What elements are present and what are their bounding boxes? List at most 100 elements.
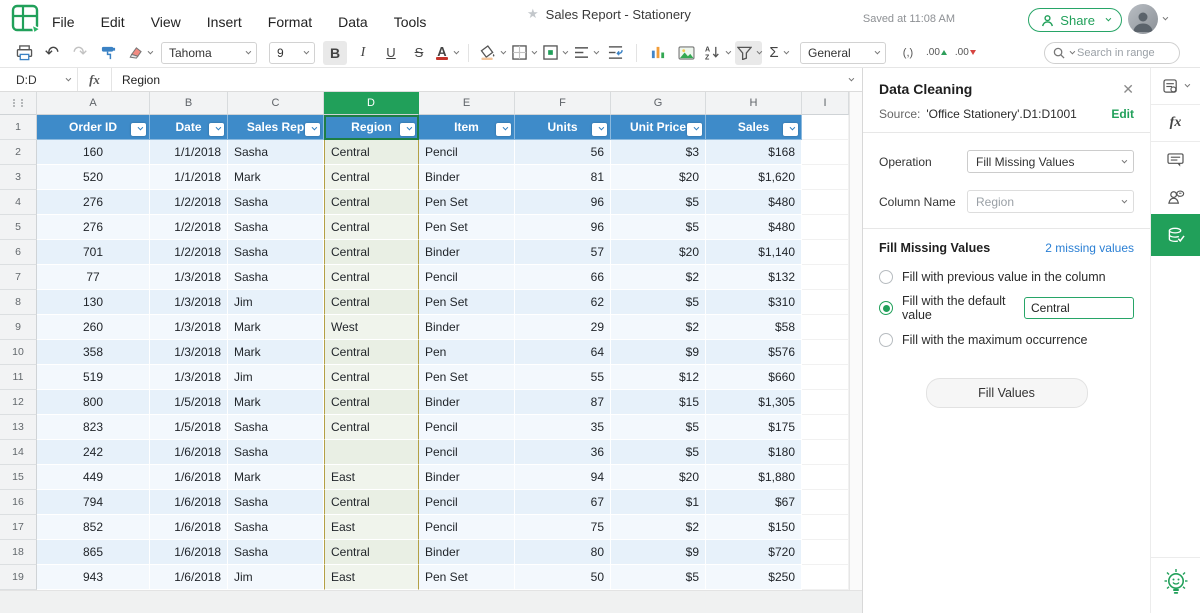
cell[interactable]: 1/6/2018 — [150, 440, 228, 465]
cell[interactable]: $5 — [611, 215, 706, 240]
sort-button[interactable]: A Z — [702, 41, 731, 65]
cell[interactable]: $9 — [611, 540, 706, 565]
cell[interactable]: Central — [324, 415, 419, 440]
cell[interactable]: $5 — [611, 290, 706, 315]
cell[interactable]: 1/1/2018 — [150, 140, 228, 165]
cell[interactable] — [802, 390, 849, 415]
cell[interactable]: 36 — [515, 440, 611, 465]
cell[interactable]: Pencil — [419, 490, 515, 515]
cell[interactable]: Pen Set — [419, 190, 515, 215]
close-icon[interactable]: ✕ — [1122, 82, 1134, 96]
cell[interactable]: Mark — [228, 465, 324, 490]
row-number-2[interactable]: 2 — [0, 140, 37, 165]
horizontal-align-button[interactable] — [572, 41, 599, 65]
cell[interactable]: 1/6/2018 — [150, 540, 228, 565]
cell[interactable]: Central — [324, 265, 419, 290]
option-fill-previous[interactable]: Fill with previous value in the column — [863, 259, 1150, 285]
cell[interactable]: $720 — [706, 540, 802, 565]
insert-image-button[interactable] — [674, 41, 698, 65]
column-header-F[interactable]: F — [515, 92, 611, 115]
cell[interactable]: 1/2/2018 — [150, 240, 228, 265]
cell[interactable]: 823 — [37, 415, 150, 440]
row-number-7[interactable]: 7 — [0, 265, 37, 290]
cell[interactable]: Central — [324, 240, 419, 265]
column-header-A[interactable]: A — [37, 92, 150, 115]
cell[interactable]: $9 — [611, 340, 706, 365]
text-wrap-button[interactable] — [603, 41, 627, 65]
functions-icon[interactable]: fx — [1151, 105, 1200, 141]
row-number-6[interactable]: 6 — [0, 240, 37, 265]
name-box[interactable]: D:D — [0, 68, 78, 91]
cell[interactable]: Jim — [228, 290, 324, 315]
cell[interactable]: $20 — [611, 240, 706, 265]
cell[interactable]: West — [324, 315, 419, 340]
cell[interactable]: 800 — [37, 390, 150, 415]
row-number-9[interactable]: 9 — [0, 315, 37, 340]
cell[interactable]: 57 — [515, 240, 611, 265]
cell[interactable]: Binder — [419, 540, 515, 565]
data-cleaning-icon[interactable] — [1151, 214, 1200, 256]
cell[interactable]: Pen Set — [419, 565, 515, 590]
cell[interactable]: Central — [324, 540, 419, 565]
font-size-select[interactable]: 9 — [269, 42, 315, 64]
cell[interactable]: 520 — [37, 165, 150, 190]
cell[interactable]: $20 — [611, 165, 706, 190]
cell[interactable]: 56 — [515, 140, 611, 165]
cell[interactable]: $1,620 — [706, 165, 802, 190]
row-number-12[interactable]: 12 — [0, 390, 37, 415]
font-color-button[interactable]: A — [435, 41, 459, 65]
table-header-sales-rep[interactable]: Sales Rep — [228, 115, 324, 140]
user-avatar[interactable] — [1128, 4, 1158, 34]
app-logo-icon[interactable] — [10, 3, 42, 40]
cell[interactable]: Pencil — [419, 515, 515, 540]
cell[interactable]: 794 — [37, 490, 150, 515]
menu-edit[interactable]: Edit — [101, 14, 125, 30]
cell[interactable]: 1/3/2018 — [150, 365, 228, 390]
cell[interactable]: 64 — [515, 340, 611, 365]
search-in-range[interactable] — [1044, 42, 1180, 64]
cell[interactable] — [802, 190, 849, 215]
row-number-8[interactable]: 8 — [0, 290, 37, 315]
cell[interactable]: 80 — [515, 540, 611, 565]
radio-icon[interactable] — [879, 333, 893, 347]
cell[interactable]: 75 — [515, 515, 611, 540]
comments-icon[interactable] — [1151, 142, 1200, 178]
cell[interactable]: $250 — [706, 565, 802, 590]
cell[interactable]: 519 — [37, 365, 150, 390]
cell[interactable]: Pen Set — [419, 290, 515, 315]
cell[interactable]: 1/5/2018 — [150, 390, 228, 415]
borders-button[interactable] — [510, 41, 537, 65]
row-number-11[interactable]: 11 — [0, 365, 37, 390]
merge-cells-button[interactable] — [541, 41, 568, 65]
cell[interactable]: 1/6/2018 — [150, 465, 228, 490]
filter-dropdown-icon[interactable] — [209, 123, 224, 136]
cell[interactable]: Central — [324, 215, 419, 240]
cell[interactable]: $175 — [706, 415, 802, 440]
cell[interactable]: Sasha — [228, 540, 324, 565]
row-number-19[interactable]: 19 — [0, 565, 37, 590]
cell[interactable] — [802, 315, 849, 340]
cell[interactable]: 358 — [37, 340, 150, 365]
cell[interactable]: Central — [324, 290, 419, 315]
filter-dropdown-icon[interactable] — [131, 123, 146, 136]
column-header-H[interactable]: H — [706, 92, 802, 115]
strikethrough-button[interactable]: S — [407, 41, 431, 65]
cell[interactable]: East — [324, 515, 419, 540]
cell[interactable] — [802, 165, 849, 190]
cell[interactable]: Pencil — [419, 265, 515, 290]
cell[interactable]: 81 — [515, 165, 611, 190]
cell[interactable]: Central — [324, 340, 419, 365]
cell[interactable]: Sasha — [228, 415, 324, 440]
cell[interactable] — [802, 465, 849, 490]
cell[interactable]: 94 — [515, 465, 611, 490]
cell[interactable]: 160 — [37, 140, 150, 165]
cell[interactable]: 1/6/2018 — [150, 565, 228, 590]
cell[interactable]: 62 — [515, 290, 611, 315]
column-header-B[interactable]: B — [150, 92, 228, 115]
sum-button[interactable]: Σ — [766, 41, 790, 65]
column-header-E[interactable]: E — [419, 92, 515, 115]
menu-tools[interactable]: Tools — [394, 14, 427, 30]
table-header-order-id[interactable]: Order ID — [37, 115, 150, 140]
filter-dropdown-icon[interactable] — [592, 123, 607, 136]
cell[interactable]: $2 — [611, 515, 706, 540]
